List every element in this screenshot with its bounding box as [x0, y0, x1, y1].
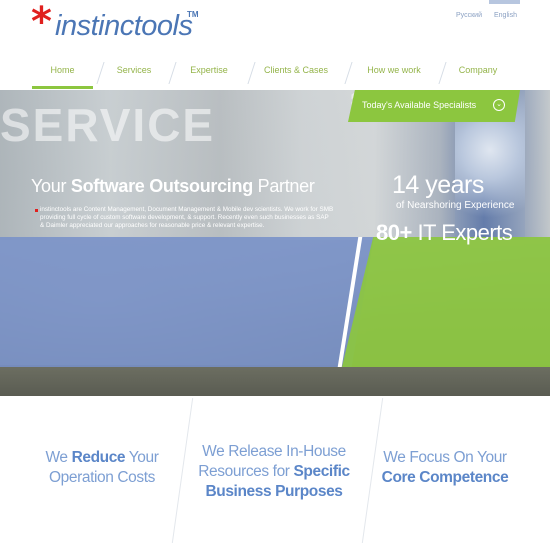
- language-active-indicator: [489, 0, 520, 4]
- nav-divider: [96, 62, 105, 84]
- nav-item-company[interactable]: Company: [452, 56, 504, 89]
- hero-headline-post: Partner: [252, 176, 315, 196]
- nav-divider: [168, 62, 177, 84]
- experts-count: 80+ IT Experts: [376, 220, 513, 246]
- experts-count-label: IT Experts: [411, 220, 513, 245]
- hero-headline-pre: Your: [31, 176, 71, 196]
- background-wall-lettering: SERVICE: [0, 99, 216, 151]
- logo-wordmark: instinctools: [55, 10, 193, 42]
- nav-item-home[interactable]: Home: [32, 56, 93, 89]
- office-floor: [0, 365, 550, 396]
- main-navigation: Home Services Expertise Clients & Cases …: [32, 56, 520, 90]
- nav-item-services[interactable]: Services: [108, 56, 160, 89]
- bullet-icon: [35, 209, 38, 212]
- years-experience-label: of Nearshoring Experience: [396, 200, 515, 211]
- value-prop-emphasis: Core Competence: [381, 469, 509, 486]
- value-prop-reduce-costs: We Reduce Your Operation Costs: [38, 448, 166, 488]
- asterisk-logo-icon: *: [31, 0, 52, 45]
- nav-item-clients-cases[interactable]: Clients & Cases: [258, 56, 334, 89]
- hero-headline: Your Software Outsourcing Partner: [31, 176, 315, 197]
- nav-divider: [344, 62, 353, 84]
- value-prop-core-competence: We Focus On Your Core Competence: [378, 448, 512, 488]
- value-prop-text: We: [45, 449, 72, 466]
- language-link-english[interactable]: English: [494, 12, 517, 19]
- years-experience-value: 14 years: [392, 171, 484, 199]
- value-prop-release-resources: We Release In-House Resources for Specif…: [196, 442, 352, 502]
- trademark-label: TM: [187, 10, 199, 19]
- hero-headline-bold: Software Outsourcing: [70, 176, 253, 196]
- value-prop-text: We Focus On Your: [383, 449, 507, 466]
- nav-item-how-we-work[interactable]: How we work: [356, 56, 432, 89]
- nav-divider: [247, 62, 256, 84]
- value-prop-divider: [171, 398, 194, 543]
- value-prop-emphasis: Reduce: [71, 449, 126, 466]
- stats-panel: [342, 237, 550, 367]
- language-link-russian[interactable]: Русский: [456, 12, 482, 19]
- available-specialists-label: Today's Available Specialists: [362, 100, 477, 110]
- experts-count-value: 80+: [376, 220, 412, 245]
- hero-description: instinctools are Content Management, Doc…: [40, 206, 334, 229]
- chevron-down-circle-icon[interactable]: ⌄: [493, 99, 505, 111]
- nav-divider: [438, 62, 447, 84]
- nav-item-expertise[interactable]: Expertise: [182, 56, 236, 89]
- intro-panel: [0, 237, 374, 367]
